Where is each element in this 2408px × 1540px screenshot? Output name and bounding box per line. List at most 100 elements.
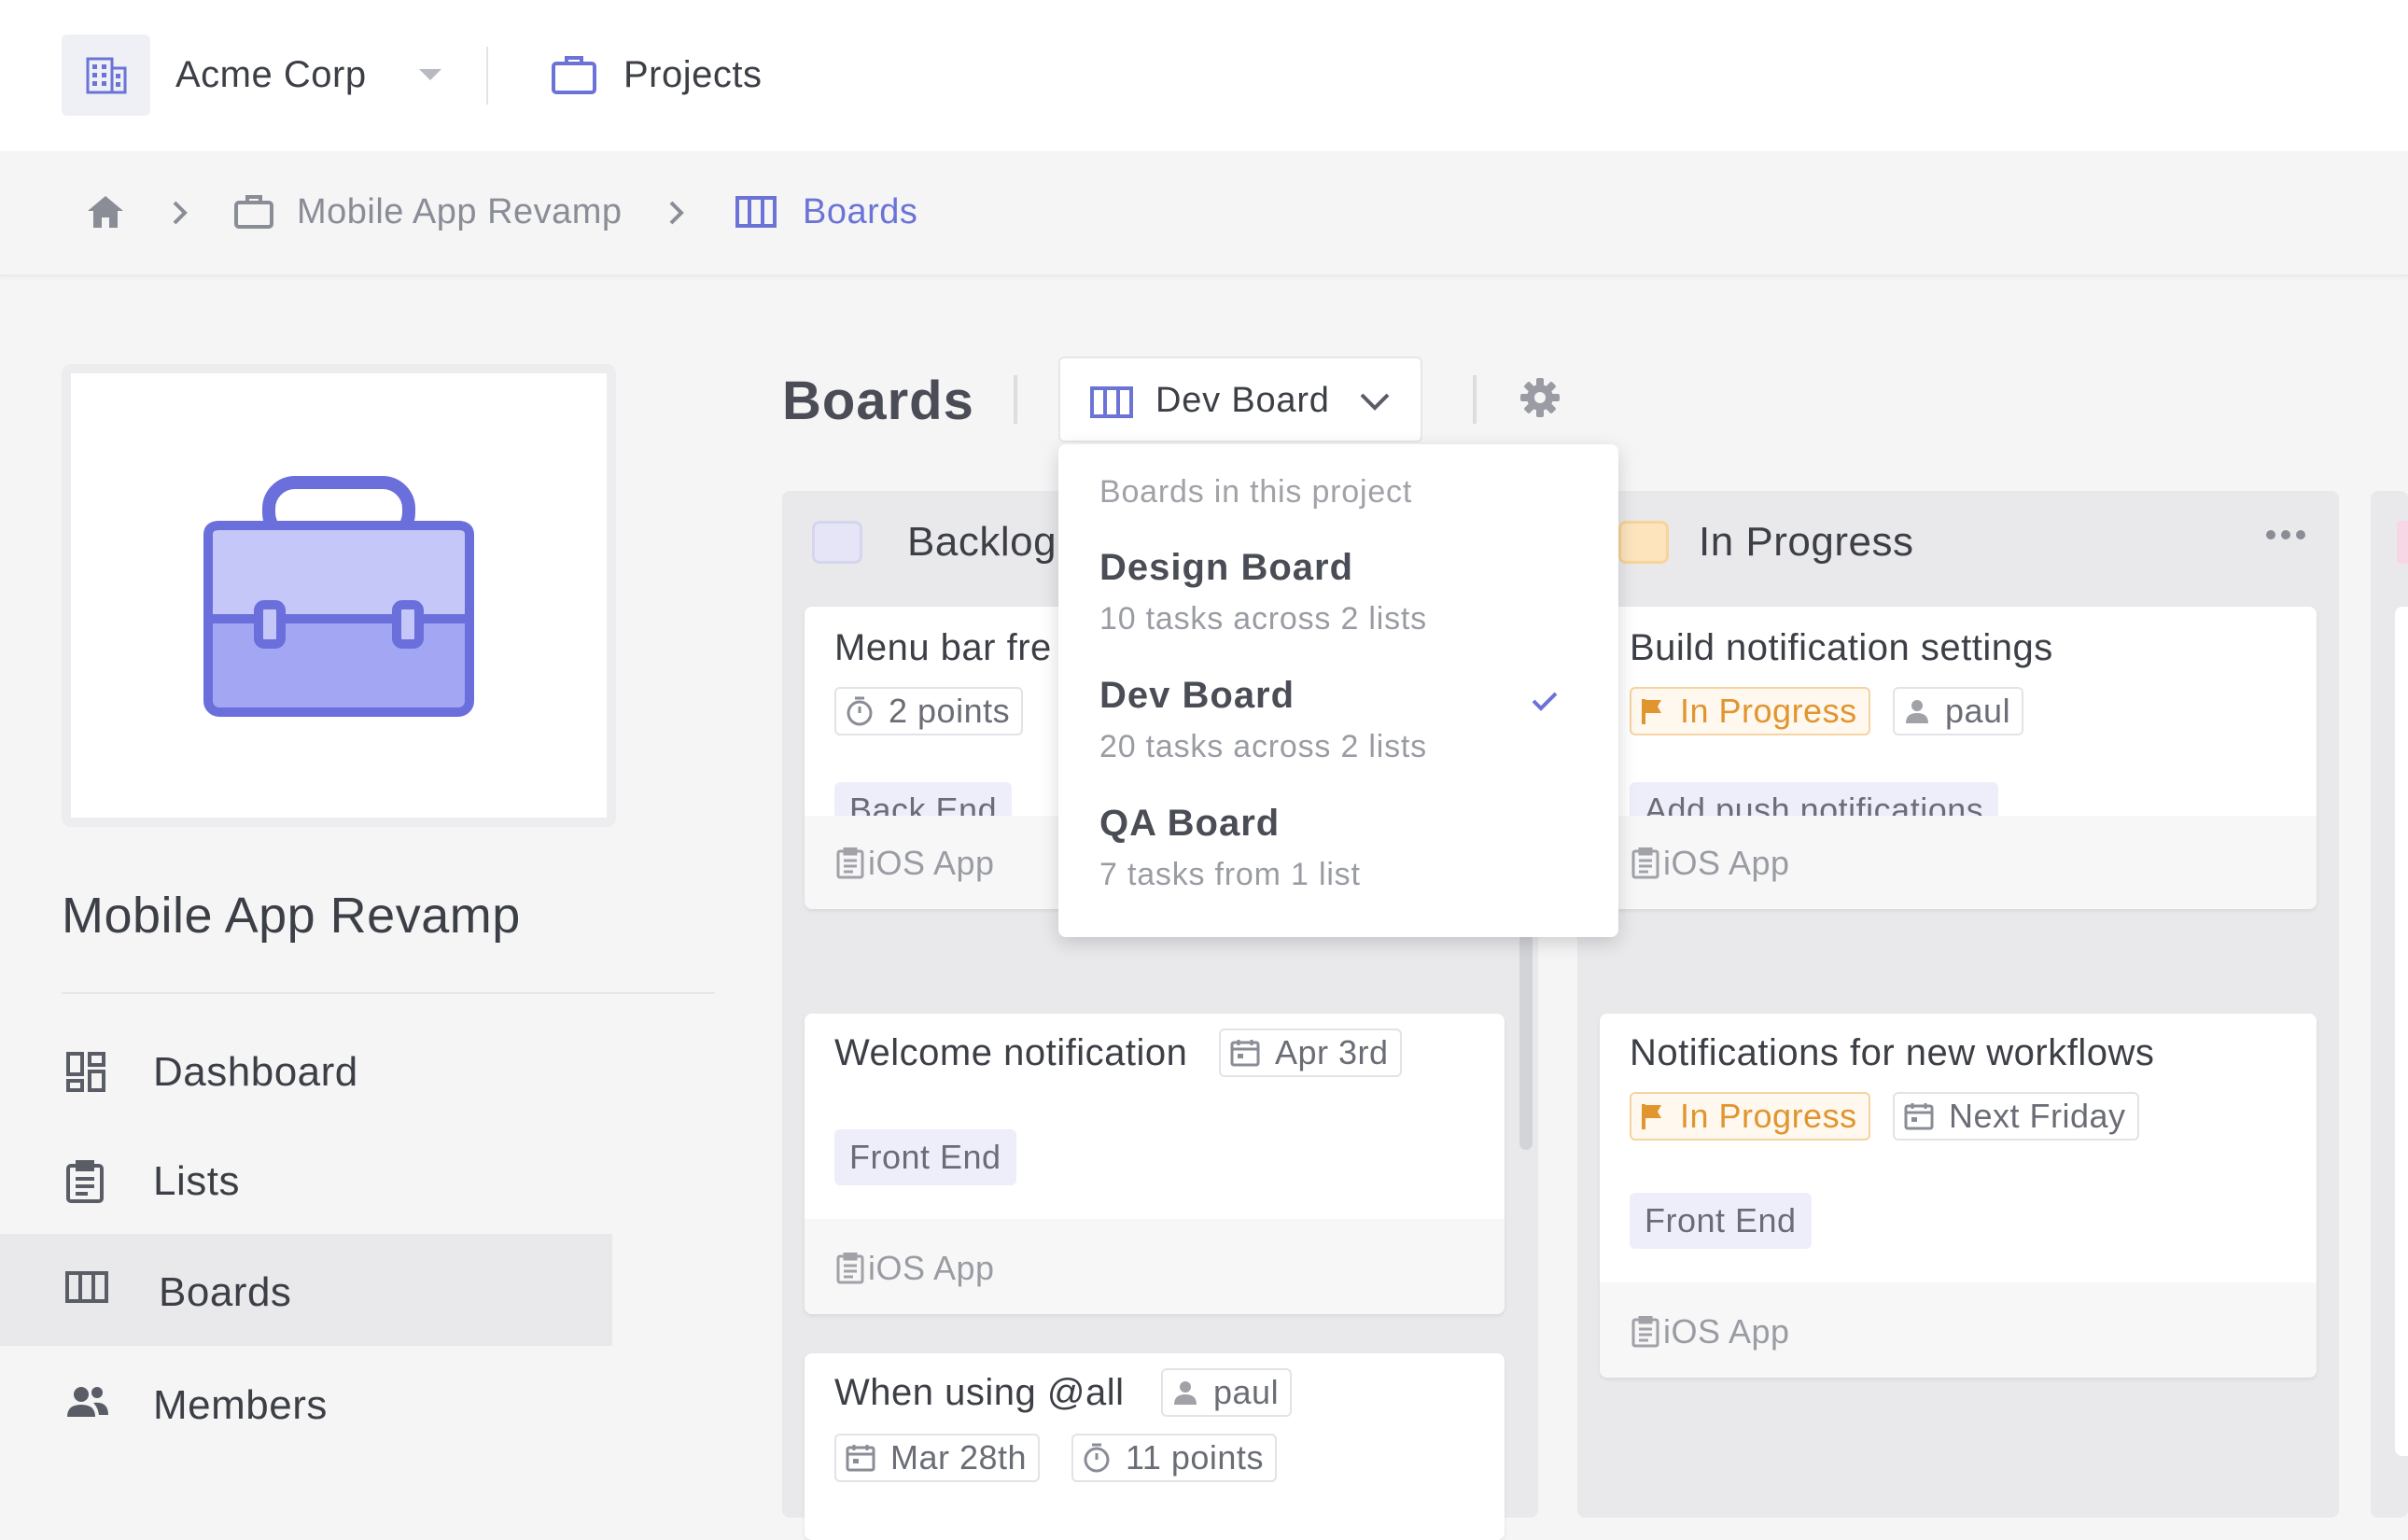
user-icon — [1172, 1379, 1198, 1406]
pill-text: paul — [1213, 1373, 1280, 1411]
board-select-button[interactable]: Dev Board — [1058, 357, 1422, 442]
org-name[interactable]: Acme Corp — [175, 54, 367, 96]
pill-text: Mar 28th — [890, 1438, 1028, 1477]
sidebar-item-dashboard[interactable]: Dashboard — [0, 1014, 612, 1126]
sidebar-item-label: Lists — [153, 1158, 240, 1204]
date-pill: Apr 3rd — [1219, 1029, 1402, 1077]
column-color-swatch[interactable] — [812, 521, 862, 564]
dropdown-item-name: Design Board — [1099, 547, 1354, 588]
board-icon — [1090, 386, 1133, 418]
dashboard-icon — [65, 1051, 106, 1092]
breadcrumb: Mobile App Revamp Boards — [0, 151, 2408, 276]
status-pill: In Progress — [1630, 1092, 1870, 1141]
projects-link[interactable]: Projects — [623, 54, 763, 96]
checkmark-icon — [1531, 690, 1559, 712]
flag-icon — [1641, 697, 1665, 725]
assignee-pill: paul — [1893, 687, 2024, 735]
sidebar-item-lists[interactable]: Lists — [0, 1123, 612, 1235]
dropdown-item-subtitle: 7 tasks from 1 list — [1099, 857, 1361, 892]
card-title: Welcome notification — [834, 1032, 1188, 1073]
task-card[interactable]: Notifications for new workflows In Progr… — [1600, 1014, 2317, 1378]
gear-icon[interactable] — [1519, 377, 1561, 418]
header-divider — [1014, 375, 1017, 424]
task-card[interactable]: Welcome notification Apr 3rd Front End i… — [805, 1014, 1505, 1314]
clipboard-icon — [1631, 847, 1659, 879]
card-footer: iOS App — [1600, 816, 2317, 909]
card-footer: iOS App — [1600, 1282, 2317, 1378]
calendar-icon — [846, 1444, 875, 1472]
timer-icon — [846, 696, 874, 726]
list-name: iOS App — [868, 1249, 995, 1287]
more-options-icon[interactable] — [2264, 528, 2307, 541]
column-scrollbar[interactable] — [1519, 933, 1533, 1150]
selected-board-label: Dev Board — [1155, 381, 1330, 420]
chevron-right-icon — [668, 200, 685, 226]
task-card[interactable]: Build notification settings In Progress … — [1600, 607, 2317, 909]
clipboard-icon — [836, 1253, 864, 1284]
pill-text: 2 points — [889, 692, 1011, 730]
chevron-down-icon[interactable] — [417, 67, 443, 82]
column-color-swatch[interactable] — [1618, 521, 1669, 564]
dropdown-item-name: Dev Board — [1099, 675, 1295, 716]
project-image — [62, 364, 616, 827]
project-title: Mobile App Revamp — [62, 888, 521, 944]
card-title: Notifications for new workflows — [1630, 1032, 2155, 1073]
status-pill: In Progress — [1630, 687, 1870, 735]
calendar-icon — [1230, 1039, 1260, 1067]
card-title: Menu bar fre — [834, 627, 1052, 668]
board-column-in-progress: In Progress Build notification settings … — [1577, 491, 2339, 1518]
page-title: Boards — [782, 371, 974, 431]
sidebar-item-members[interactable]: Members — [0, 1347, 612, 1459]
sidebar-item-label: Boards — [159, 1269, 292, 1315]
list-name: iOS App — [1663, 1312, 1790, 1351]
sidebar-item-label: Members — [153, 1382, 328, 1428]
breadcrumb-boards[interactable]: Boards — [803, 192, 917, 232]
board-icon — [65, 1271, 108, 1303]
home-icon[interactable] — [86, 194, 125, 230]
clipboard-icon — [65, 1160, 105, 1203]
sidebar-divider — [62, 992, 715, 994]
breadcrumb-project[interactable]: Mobile App Revamp — [297, 192, 623, 232]
assignee-pill: paul — [1161, 1368, 1293, 1417]
task-card — [2395, 607, 2408, 1456]
dropdown-header: Boards in this project — [1099, 474, 1413, 510]
pill-text: Apr 3rd — [1275, 1033, 1389, 1071]
chevron-right-icon — [172, 200, 189, 226]
tag-label[interactable]: Front End — [834, 1129, 1016, 1185]
column-title[interactable]: Backlog — [907, 519, 1057, 566]
clipboard-icon — [836, 847, 864, 879]
calendar-icon — [1904, 1102, 1934, 1130]
card-footer: iOS App — [805, 1219, 1505, 1314]
sidebar-item-boards[interactable]: Boards — [0, 1234, 612, 1346]
task-card[interactable]: When using @all paul Mar 28th 11 points — [805, 1353, 1505, 1540]
column-title[interactable]: In Progress — [1699, 519, 1913, 566]
pill-text: In Progress — [1680, 692, 1857, 730]
card-title: Build notification settings — [1630, 627, 2053, 668]
members-icon — [65, 1384, 110, 1420]
date-pill: Next Friday — [1893, 1092, 2139, 1141]
dropdown-item-qa-board[interactable]: QA Board 7 tasks from 1 list — [1058, 793, 1618, 915]
building-icon — [86, 57, 126, 93]
dropdown-item-design-board[interactable]: Design Board 10 tasks across 2 lists — [1058, 538, 1618, 659]
board-column-next — [2371, 491, 2408, 1518]
top-bar: Acme Corp Projects — [0, 0, 2408, 151]
tag-label[interactable]: Front End — [1630, 1193, 1812, 1249]
header-divider — [1473, 375, 1477, 424]
points-pill: 11 points — [1071, 1434, 1277, 1482]
briefcase-icon[interactable] — [551, 54, 597, 95]
pill-text: In Progress — [1680, 1097, 1857, 1135]
top-divider — [486, 47, 488, 105]
flag-icon — [1641, 1102, 1665, 1130]
user-icon — [1904, 698, 1930, 724]
dropdown-item-name: QA Board — [1099, 803, 1281, 844]
list-name: iOS App — [868, 844, 995, 882]
board-select-dropdown: Boards in this project Design Board 10 t… — [1058, 444, 1618, 937]
pill-text: 11 points — [1126, 1438, 1264, 1477]
sidebar-item-label: Dashboard — [153, 1049, 358, 1095]
dropdown-item-dev-board[interactable]: Dev Board 20 tasks across 2 lists — [1058, 665, 1618, 787]
org-switcher-icon[interactable] — [62, 35, 150, 116]
dropdown-item-subtitle: 10 tasks across 2 lists — [1099, 601, 1427, 637]
list-name: iOS App — [1663, 844, 1790, 882]
briefcase-icon — [233, 194, 274, 230]
timer-icon — [1083, 1443, 1111, 1473]
